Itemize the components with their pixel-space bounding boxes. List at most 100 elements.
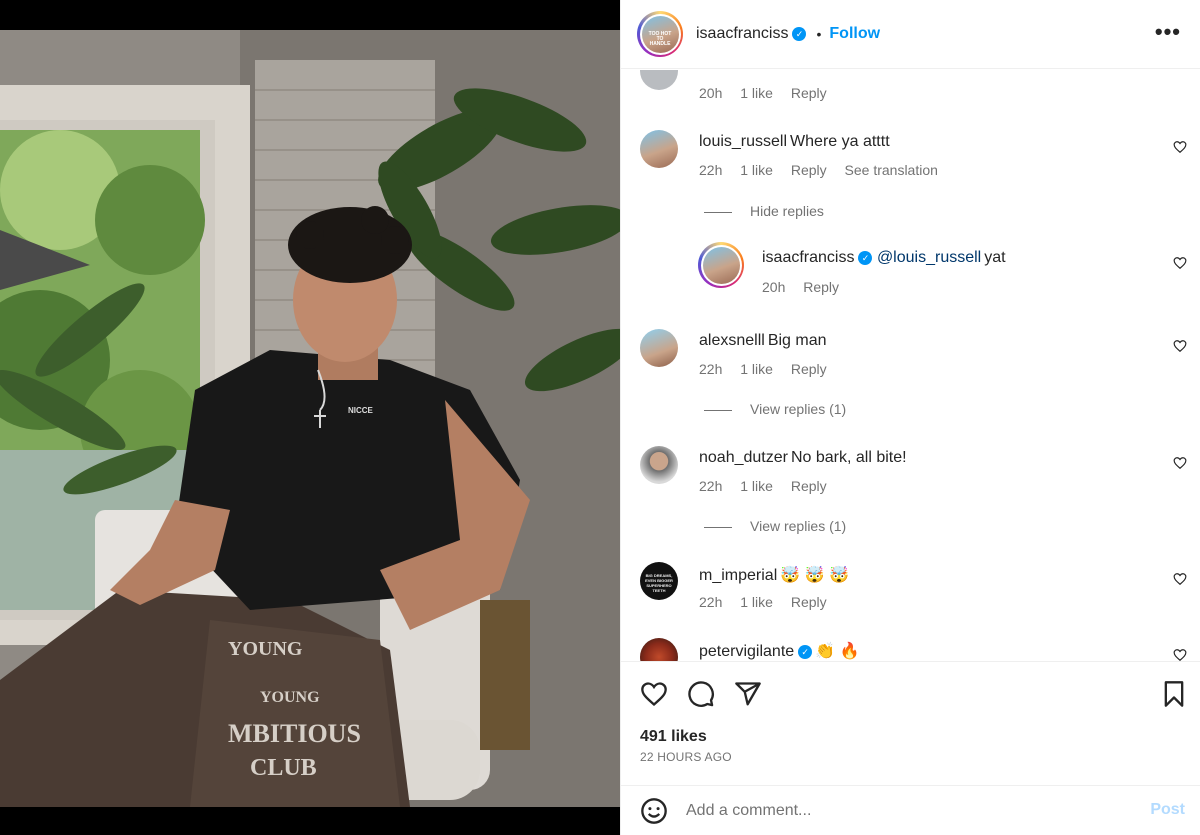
hide-replies-toggle[interactable]: Hide replies: [704, 203, 824, 219]
replies-toggle-label: Hide replies: [750, 203, 824, 219]
post-photo-illustration: NICCE YOUNG YOUNG MBITIOUS CLUB: [0, 30, 620, 807]
comments-list[interactable]: 20h 1 like Reply louis_russell Where ya a…: [621, 70, 1200, 661]
reply-item: isaacfranciss ✓ @louis_russell yat 20h Rep…: [621, 242, 1200, 302]
comment-meta: 22h 1 like Reply See translation: [699, 162, 952, 178]
replies-divider: [704, 409, 732, 411]
comment-username[interactable]: petervigilante: [699, 643, 794, 660]
comment-likes[interactable]: 1 like: [740, 85, 773, 101]
comment-time: 20h: [699, 85, 723, 101]
comment-reply-button[interactable]: Reply: [791, 85, 827, 101]
comment-likes[interactable]: 1 like: [740, 162, 773, 178]
follow-button[interactable]: Follow: [829, 25, 880, 43]
comment-item: louis_russell Where ya atttt 22h 1 like R…: [621, 130, 1200, 260]
pants-print-line2: MBITIOUS: [228, 719, 361, 748]
replies-toggle-label: View replies (1): [750, 518, 847, 534]
comment-username[interactable]: alexsnelll: [699, 332, 765, 349]
more-options-icon[interactable]: •••: [1155, 21, 1181, 43]
comment-text: 🤯 🤯 🤯: [780, 567, 849, 584]
comment-meta: 22h 1 like Reply: [699, 594, 841, 610]
comment-composer: Post: [621, 785, 1200, 835]
view-replies-toggle[interactable]: View replies (1): [704, 401, 846, 417]
comment-reply-button[interactable]: Reply: [803, 279, 839, 295]
comment-text: 👏 🔥: [815, 643, 860, 660]
share-send-icon[interactable]: [734, 680, 762, 708]
comment-likes[interactable]: 1 like: [740, 594, 773, 610]
comment-body: m_imperial 🤯 🤯 🤯: [699, 565, 849, 585]
comment-time: 22h: [699, 478, 723, 494]
like-heart-icon[interactable]: [640, 680, 668, 708]
comment-text: Where ya atttt: [790, 133, 890, 150]
comment-likes[interactable]: 1 like: [740, 361, 773, 377]
author-username[interactable]: isaacfranciss: [696, 25, 788, 43]
comment-time: 22h: [699, 162, 723, 178]
author-avatar[interactable]: TOO HOT TO HANDLE: [637, 11, 683, 57]
commenter-avatar[interactable]: BIG DREAMS, EVEN BIGGER SUPERHERO TEETH: [640, 562, 678, 600]
comment-input[interactable]: [686, 801, 1126, 820]
replies-divider: [704, 526, 732, 528]
post-modal: NICCE YOUNG YOUNG MBITIOUS CLUB TOO HOT …: [0, 0, 1200, 835]
comment-time: 20h: [762, 279, 786, 295]
like-comment-heart-icon[interactable]: [1173, 572, 1187, 586]
author-avatar-image: TOO HOT TO HANDLE: [641, 15, 679, 53]
commenter-avatar[interactable]: [698, 242, 744, 288]
comment-item: 20h 1 like Reply: [621, 70, 1200, 110]
reply-avatar-image: [702, 246, 740, 284]
like-comment-heart-icon[interactable]: [1173, 140, 1187, 154]
post-comment-button[interactable]: Post: [1150, 801, 1185, 819]
comment-text: Big man: [767, 332, 827, 349]
comment-likes[interactable]: 1 like: [740, 478, 773, 494]
post-photo[interactable]: NICCE YOUNG YOUNG MBITIOUS CLUB: [0, 30, 620, 807]
commenter-avatar[interactable]: [640, 329, 678, 367]
see-translation-link[interactable]: See translation: [845, 162, 938, 178]
save-bookmark-icon[interactable]: [1160, 680, 1188, 708]
comment-item: alexsnelll Big man 22h 1 like Reply View …: [621, 329, 1200, 429]
like-comment-heart-icon[interactable]: [1173, 256, 1187, 270]
comment-item: BIG DREAMS, EVEN BIGGER SUPERHERO TEETH …: [621, 562, 1200, 622]
comment-meta: 20h Reply: [762, 279, 853, 295]
comment-username[interactable]: noah_dutzer: [699, 449, 788, 466]
comment-time: 22h: [699, 594, 723, 610]
commenter-avatar[interactable]: [640, 638, 678, 661]
verified-badge-icon: ✓: [798, 644, 813, 659]
like-comment-heart-icon[interactable]: [1173, 339, 1187, 353]
comment-time: 22h: [699, 361, 723, 377]
like-comment-heart-icon[interactable]: [1173, 456, 1187, 470]
comment-body: alexsnelll Big man: [699, 332, 827, 350]
comment-reply-button[interactable]: Reply: [791, 594, 827, 610]
commenter-avatar[interactable]: [640, 446, 678, 484]
verified-badge-icon: ✓: [858, 250, 873, 265]
comment-bubble-icon[interactable]: [687, 680, 715, 708]
replies-toggle-label: View replies (1): [750, 401, 847, 417]
emoji-picker-icon[interactable]: [640, 797, 668, 825]
comment-item: petervigilante ✓ 👏 🔥: [621, 638, 1200, 661]
view-replies-toggle[interactable]: View replies (1): [704, 518, 846, 534]
header-separator: •: [816, 26, 822, 42]
comment-reply-button[interactable]: Reply: [791, 361, 827, 377]
comment-body: isaacfranciss ✓ @louis_russell yat: [762, 249, 1006, 267]
comment-username[interactable]: louis_russell: [699, 133, 787, 150]
comment-mention[interactable]: @louis_russell: [877, 249, 981, 266]
commenter-avatar[interactable]: [640, 70, 678, 90]
comment-meta: 20h 1 like Reply: [699, 85, 841, 101]
comment-username[interactable]: isaacfranciss: [762, 249, 854, 266]
comment-reply-button[interactable]: Reply: [791, 162, 827, 178]
like-comment-heart-icon[interactable]: [1173, 648, 1187, 661]
replies-divider: [704, 211, 732, 213]
comment-text: No bark, all bite!: [790, 449, 907, 466]
comment-body: petervigilante ✓ 👏 🔥: [699, 641, 859, 661]
post-timestamp[interactable]: 22 HOURS AGO: [640, 750, 732, 764]
comment-username[interactable]: m_imperial: [699, 567, 777, 584]
comment-item: noah_dutzer No bark, all bite! 22h 1 like…: [621, 446, 1200, 546]
commenter-avatar[interactable]: [640, 130, 678, 168]
avatar-text: BIG DREAMS, EVEN BIGGER SUPERHERO TEETH: [645, 573, 673, 593]
likes-count[interactable]: 491 likes: [640, 728, 707, 746]
post-details-panel: TOO HOT TO HANDLE isaacfranciss ✓ • Foll…: [620, 0, 1200, 835]
comment-body: noah_dutzer No bark, all bite!: [699, 449, 907, 467]
comment-reply-button[interactable]: Reply: [791, 478, 827, 494]
photo-pane: NICCE YOUNG YOUNG MBITIOUS CLUB: [0, 0, 620, 835]
shirt-logo-text: NICCE: [348, 406, 374, 415]
post-header: TOO HOT TO HANDLE isaacfranciss ✓ • Foll…: [621, 0, 1200, 69]
comment-body: louis_russell Where ya atttt: [699, 133, 890, 151]
pants-print-line1: YOUNG: [260, 689, 320, 706]
comment-meta: 22h 1 like Reply: [699, 361, 841, 377]
